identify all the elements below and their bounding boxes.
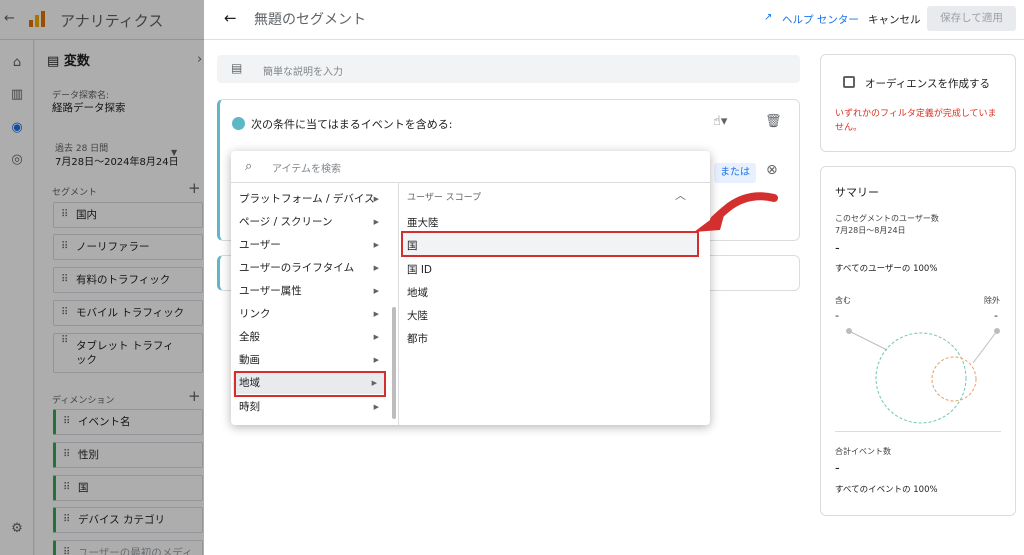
events-percent: すべてのイベントの 100% [835, 485, 938, 495]
back-arrow-icon[interactable]: ← [224, 9, 237, 27]
summary-divider [835, 431, 1001, 432]
trash-icon[interactable]: 🗑 [765, 114, 782, 129]
users-date: 7月28日～8月24日 [835, 226, 906, 235]
category-item[interactable]: 全般 ▶ [239, 326, 379, 348]
audience-card: オーディエンスを作成する いずれかのフィルタ定義が完成していません。 [820, 54, 1016, 152]
include-value: - [835, 309, 839, 322]
audience-warning: いずれかのフィルタ定義が完成していません。 [835, 109, 997, 133]
category-item[interactable]: ユーザーのライフタイム ▶ [239, 257, 379, 279]
events-value: - [835, 461, 840, 476]
category-item[interactable]: リンク ▶ [239, 303, 379, 325]
dimension-item[interactable]: 亜大陸 [407, 215, 439, 230]
arrow-right-icon: ▶ [373, 241, 379, 249]
category-item[interactable]: ページ / スクリーン ▶ [239, 211, 379, 233]
arrow-right-icon: ▶ [373, 310, 379, 318]
dimension-item[interactable]: 国 ID [407, 262, 432, 277]
include-label: 含む [835, 296, 851, 305]
condition-dot-icon [232, 117, 245, 130]
summary-title: サマリー [835, 186, 879, 199]
exclude-value: - [994, 309, 998, 322]
editor-header: ← 無題のセグメント ↗ ヘルプ センター キャンセル 保存して適用 [204, 0, 1024, 40]
category-item[interactable]: プラットフォーム / デバイス ▶ [239, 188, 379, 210]
cancel-button[interactable]: キャンセル [868, 12, 921, 27]
events-label: 合計イベント数 [835, 447, 891, 456]
save-apply-button[interactable]: 保存して適用 [927, 6, 1016, 31]
help-center-link[interactable]: ヘルプ センター [782, 12, 859, 27]
chevron-up-icon[interactable]: ︿ [675, 187, 686, 203]
segment-title[interactable]: 無題のセグメント [254, 9, 366, 29]
arrow-right-icon: ▶ [373, 356, 379, 364]
dimension-picker-dropdown: ⌕ アイテムを検索 プラットフォーム / デバイス ▶ ページ / スクリーン ▶ … [231, 151, 710, 425]
column-divider [398, 183, 399, 425]
category-item[interactable]: ユーザー属性 ▶ [239, 280, 379, 302]
selected-category-highlight [234, 371, 386, 397]
document-icon: ▤ [231, 61, 243, 75]
category-item[interactable]: 時刻 ▶ [239, 396, 379, 418]
users-label: このセグメントのユーザー数 [835, 214, 939, 223]
arrow-right-icon: ▶ [373, 264, 379, 272]
users-percent: すべてのユーザーの 100% [835, 264, 938, 274]
users-value: - [835, 241, 840, 256]
or-button[interactable]: または [714, 163, 756, 183]
arrow-right-icon: ▶ [373, 333, 379, 341]
summary-card: サマリー このセグメントのユーザー数 7月28日～8月24日 - すべてのユーザ… [820, 166, 1016, 516]
arrow-right-icon: ▶ [373, 218, 379, 226]
modal-overlay [0, 0, 204, 555]
category-item[interactable]: ユーザー ▶ [239, 234, 379, 256]
dimension-item[interactable]: 大陸 [407, 308, 428, 323]
condition-header: 次の条件に当てはまるイベントを含める: [251, 118, 453, 131]
exclude-label: 除外 [984, 296, 1000, 305]
arrow-right-icon: ▶ [373, 195, 379, 203]
scope-picker-icon[interactable]: ☝▾ [713, 114, 727, 129]
venn-diagram [846, 328, 1000, 424]
highlighted-item-box [401, 231, 699, 257]
arrow-right-icon: ▶ [373, 403, 379, 411]
scope-label: ユーザー スコープ [407, 193, 482, 203]
remove-condition-icon[interactable]: ⊗ [766, 162, 778, 178]
audience-checkbox[interactable] [843, 76, 855, 88]
audience-checkbox-label: オーディエンスを作成する [865, 78, 991, 90]
description-field[interactable]: ▤ 簡単な説明を入力 [217, 55, 800, 83]
dimension-item[interactable]: 都市 [407, 331, 428, 346]
dimension-item[interactable]: 地域 [407, 285, 428, 300]
external-link-icon: ↗ [764, 12, 773, 23]
annotation-arrow-icon [694, 192, 778, 232]
category-scrollbar[interactable] [392, 307, 396, 419]
search-icon: ⌕ [245, 159, 253, 174]
description-placeholder: 簡単な説明を入力 [263, 67, 343, 78]
category-item[interactable]: 動画 ▶ [239, 349, 379, 371]
item-search-input[interactable]: アイテムを検索 [272, 160, 341, 175]
search-divider [231, 182, 710, 183]
arrow-right-icon: ▶ [373, 287, 379, 295]
